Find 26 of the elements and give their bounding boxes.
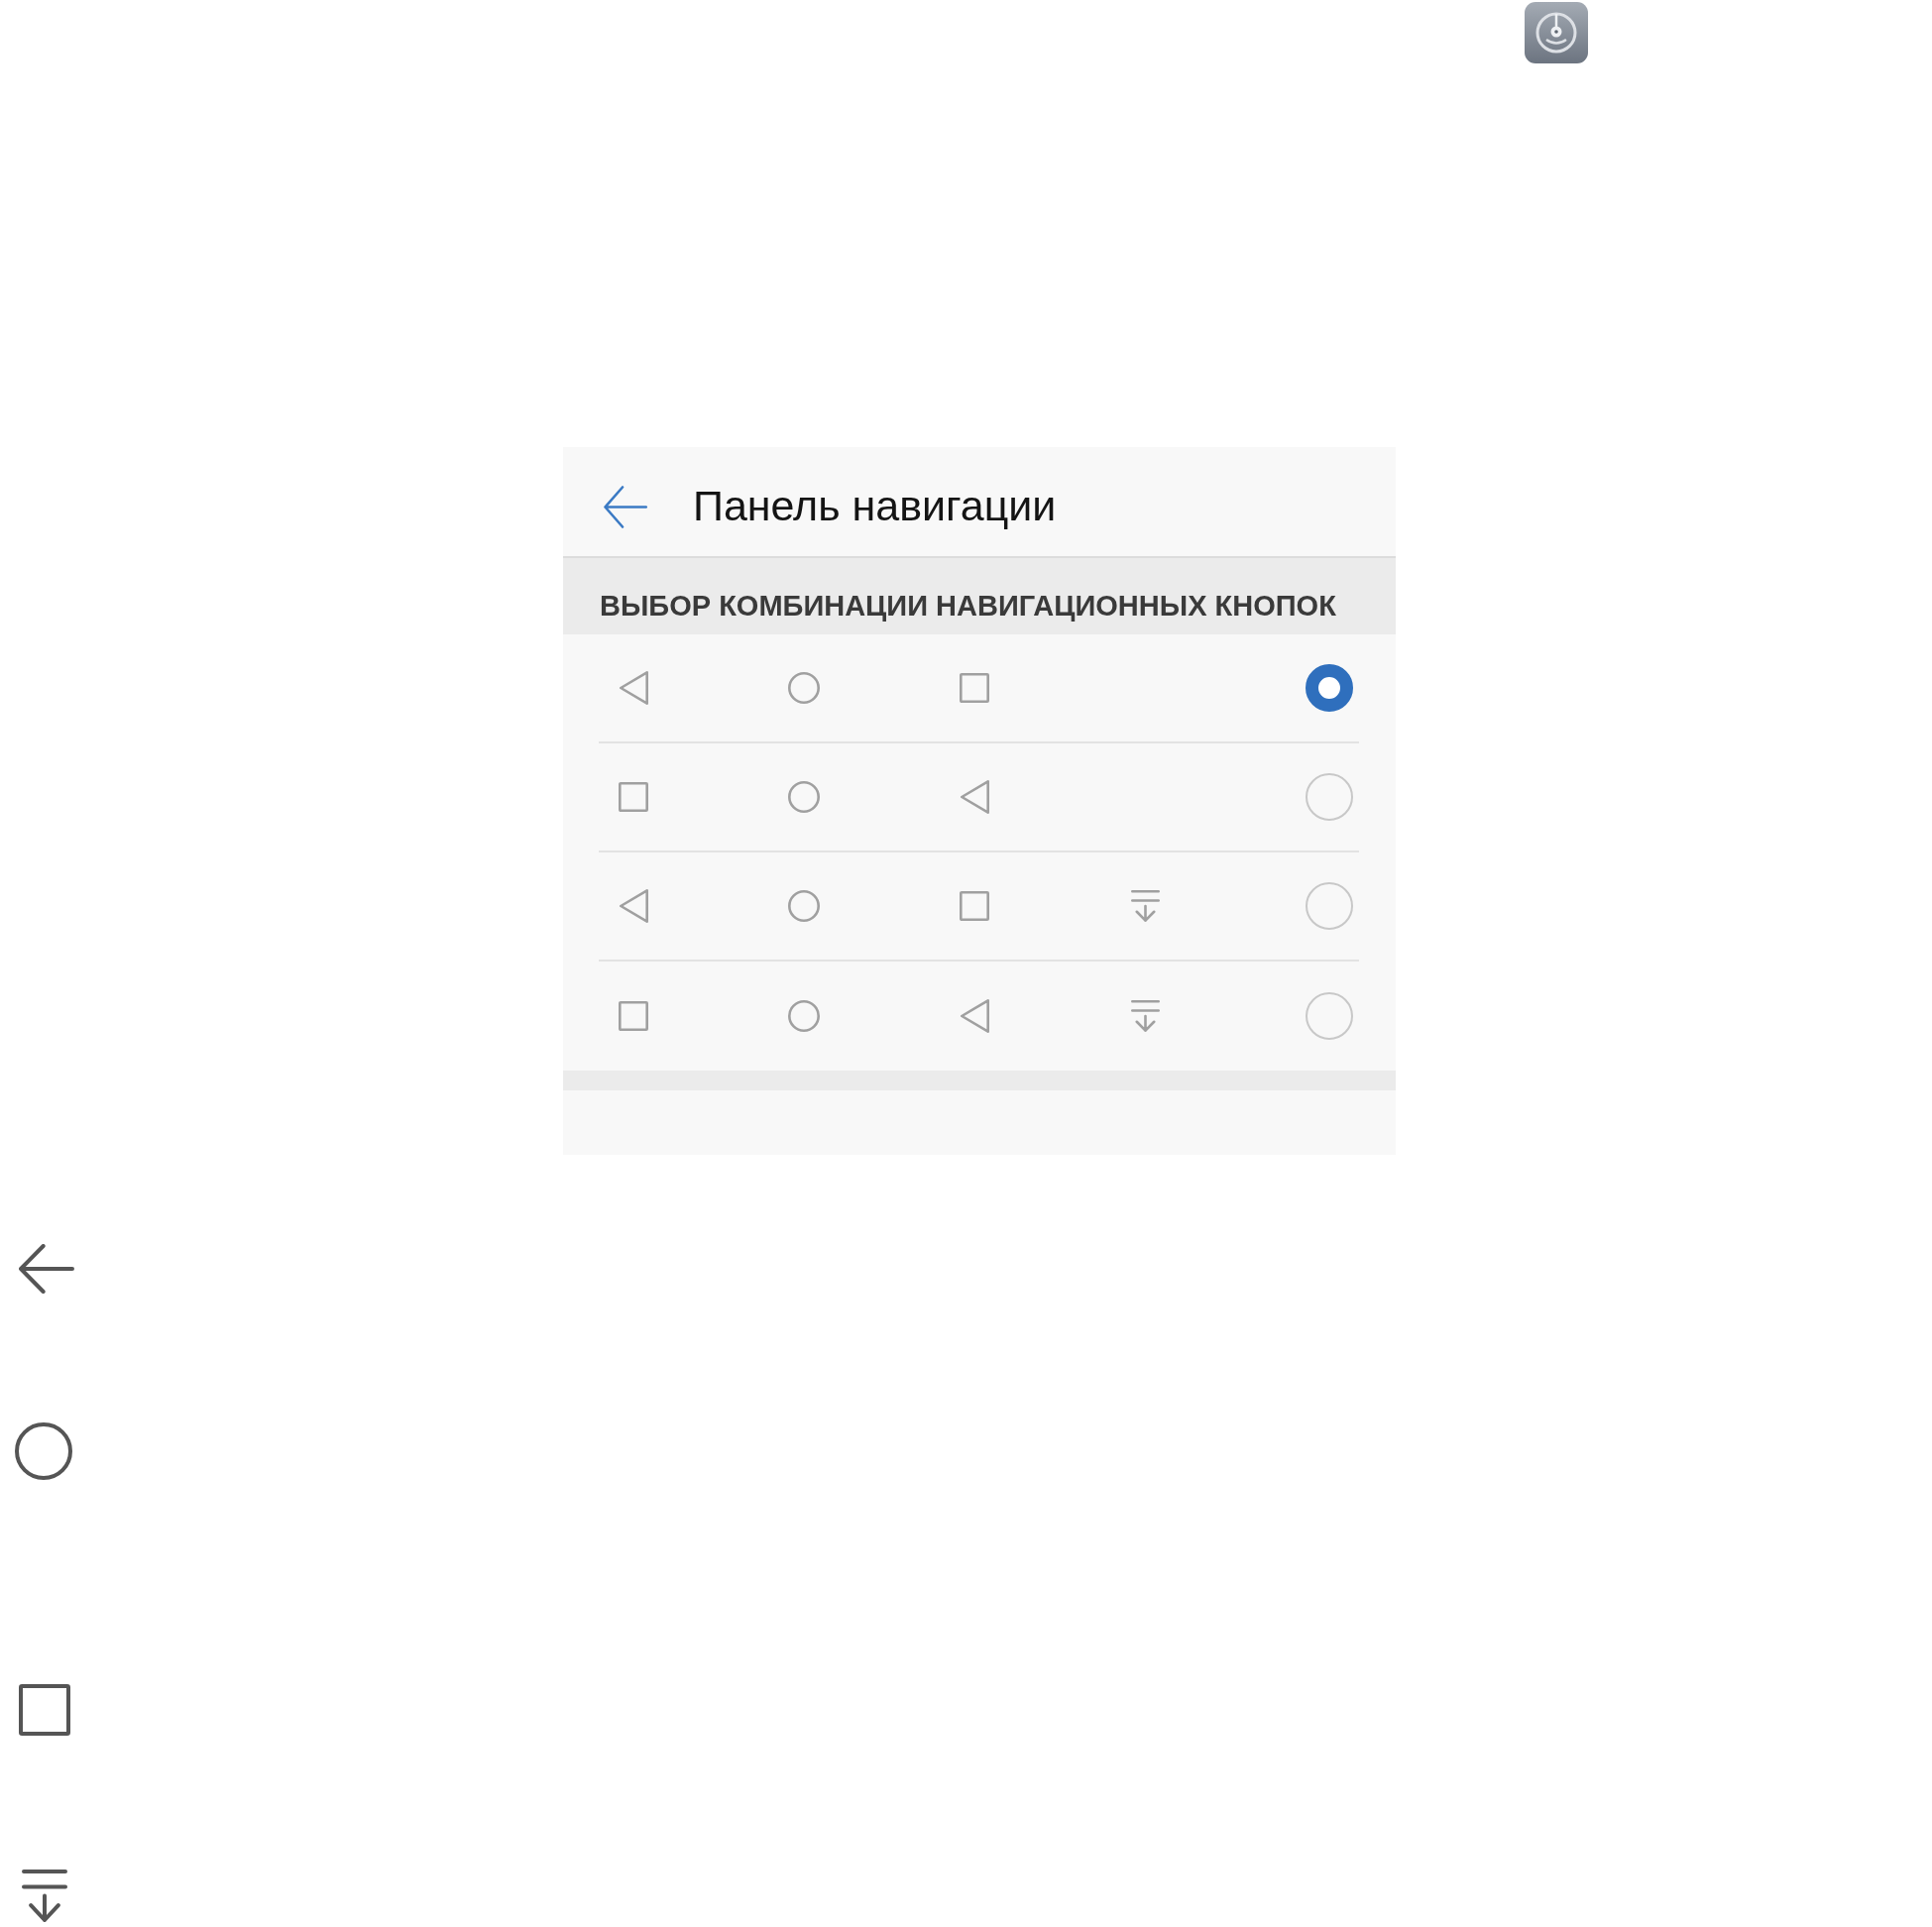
- square-icon: [19, 1684, 70, 1736]
- circle-icon: [788, 672, 820, 704]
- circle-icon: [788, 890, 820, 922]
- square-icon: [619, 1001, 648, 1031]
- radio-button[interactable]: [1306, 882, 1353, 930]
- radio-button[interactable]: [1306, 664, 1353, 712]
- circle-icon: [15, 1422, 72, 1480]
- triangle-icon: [619, 671, 648, 705]
- circle-icon: [788, 1000, 820, 1032]
- triangle-icon: [619, 889, 648, 923]
- square-icon: [960, 673, 989, 703]
- dial-icon: [1525, 2, 1588, 63]
- lines-down-arrow-icon: [1130, 1000, 1160, 1032]
- radio-button[interactable]: [1306, 992, 1353, 1040]
- triangle-icon: [960, 999, 989, 1033]
- back-arrow-icon[interactable]: [604, 485, 647, 528]
- circle-icon: [788, 781, 820, 813]
- lines-down-arrow-icon: [22, 1870, 67, 1922]
- square-icon: [619, 782, 648, 812]
- section-title: ВЫБОР КОМБИНАЦИИ НАВИГАЦИОННЫХ КНОПОК: [600, 589, 1336, 623]
- radio-button[interactable]: [1306, 773, 1353, 821]
- screen-title: Панель навигации: [693, 482, 1057, 531]
- triangle-icon: [960, 780, 989, 814]
- square-icon: [960, 891, 989, 921]
- arrow-left-icon: [19, 1244, 74, 1294]
- lines-down-arrow-icon: [1130, 890, 1160, 922]
